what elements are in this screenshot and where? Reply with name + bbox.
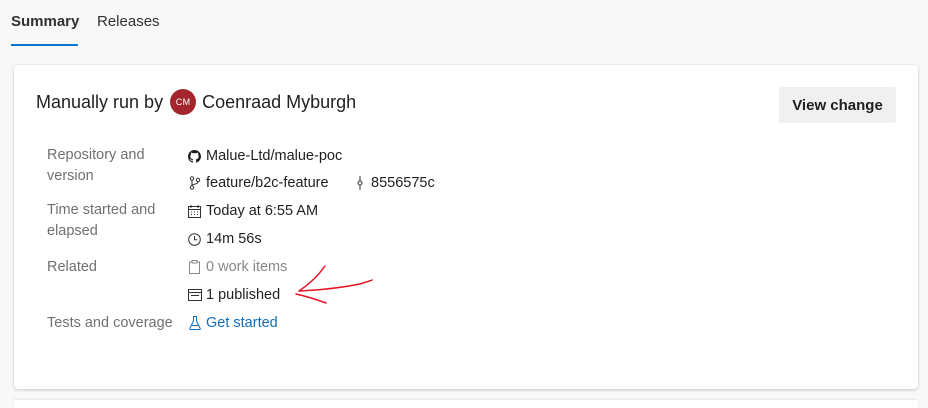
- start-time: Today at 6:55 AM: [187, 201, 318, 221]
- avatar: CM: [170, 89, 197, 115]
- time-label: Time started and elapsed: [47, 202, 156, 239]
- elapsed-time: 14m 56s: [187, 229, 262, 249]
- repository-link[interactable]: Malue-Ltd/malue-poc: [187, 146, 342, 166]
- elapsed-time-text: 14m 56s: [206, 231, 262, 247]
- commit-icon: [352, 176, 367, 191]
- view-change-button[interactable]: View change: [779, 87, 896, 123]
- get-started-text: Get started: [206, 315, 278, 331]
- calendar-icon: [187, 204, 202, 219]
- github-icon: [187, 149, 202, 164]
- clipboard-icon: [187, 260, 202, 275]
- repository-label: Repository and version: [47, 147, 145, 184]
- start-time-text: Today at 6:55 AM: [206, 203, 319, 219]
- next-card-edge: [14, 400, 918, 408]
- run-header: Manually run by CM Coenraad Myburgh: [36, 89, 357, 115]
- branch-name: feature/b2c-feature: [206, 175, 329, 191]
- tab-bar: Summary Releases: [0, 0, 928, 52]
- commit-id: 8556575c: [371, 175, 435, 191]
- commit-link[interactable]: 8556575c: [352, 173, 435, 193]
- published-artifacts-link[interactable]: 1 published: [187, 285, 280, 305]
- clock-icon: [187, 232, 202, 247]
- work-items-text: 0 work items: [206, 259, 288, 275]
- repository-name: Malue-Ltd/malue-poc: [206, 148, 343, 164]
- related-label: Related: [47, 259, 97, 275]
- artifact-icon: [187, 288, 202, 303]
- run-summary-card: Manually run by CM Coenraad Myburgh View…: [14, 65, 918, 389]
- work-items-link[interactable]: 0 work items: [187, 257, 287, 277]
- header-prefix: Manually run by: [36, 91, 164, 112]
- get-started-link[interactable]: Get started: [187, 313, 278, 333]
- branch-link[interactable]: feature/b2c-feature: [187, 173, 329, 193]
- tab-summary[interactable]: Summary: [11, 12, 79, 46]
- tab-releases[interactable]: Releases: [97, 12, 160, 46]
- flask-icon: [187, 316, 202, 331]
- branch-icon: [187, 176, 202, 191]
- tests-label: Tests and coverage: [47, 315, 173, 331]
- published-text: 1 published: [206, 287, 281, 303]
- active-tab-indicator: [11, 44, 78, 46]
- user-name: Coenraad Myburgh: [202, 91, 357, 112]
